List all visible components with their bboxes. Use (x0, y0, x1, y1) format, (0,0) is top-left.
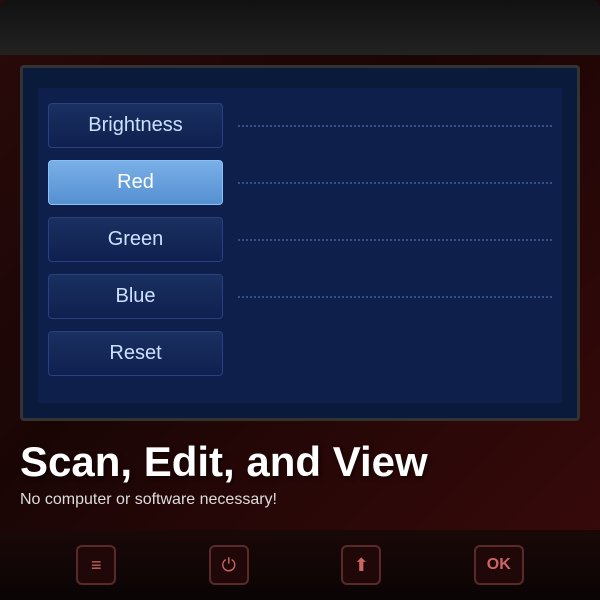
bottom-bar: ≡ ⏻ ⬆ OK (0, 530, 600, 600)
ok-button[interactable]: OK (474, 545, 524, 585)
red-line (238, 182, 552, 184)
red-row: Red (48, 160, 552, 205)
green-button[interactable]: Green (48, 217, 223, 262)
brightness-button[interactable]: Brightness (48, 103, 223, 148)
reset-button[interactable]: Reset (48, 331, 223, 376)
menu-icon[interactable]: ≡ (76, 545, 116, 585)
green-row: Green (48, 217, 552, 262)
power-icon[interactable]: ⏻ (209, 545, 249, 585)
screen: Brightness Red Green Blue Reset (38, 88, 562, 403)
device-outer: Brightness Red Green Blue Reset (0, 0, 600, 600)
brightness-row: Brightness (48, 103, 552, 148)
green-line (238, 239, 552, 241)
main-tagline: Scan, Edit, and View (20, 439, 580, 485)
upload-icon[interactable]: ⬆ (341, 545, 381, 585)
bottom-section: Scan, Edit, and View No computer or soft… (0, 421, 600, 519)
red-button[interactable]: Red (48, 160, 223, 205)
sub-tagline: No computer or software necessary! (20, 491, 580, 509)
blue-line (238, 296, 552, 298)
brightness-line (238, 125, 552, 127)
blue-row: Blue (48, 274, 552, 319)
blue-button[interactable]: Blue (48, 274, 223, 319)
reset-row: Reset (48, 331, 552, 376)
top-bar (0, 0, 600, 55)
screen-wrapper: Brightness Red Green Blue Reset (20, 65, 580, 421)
